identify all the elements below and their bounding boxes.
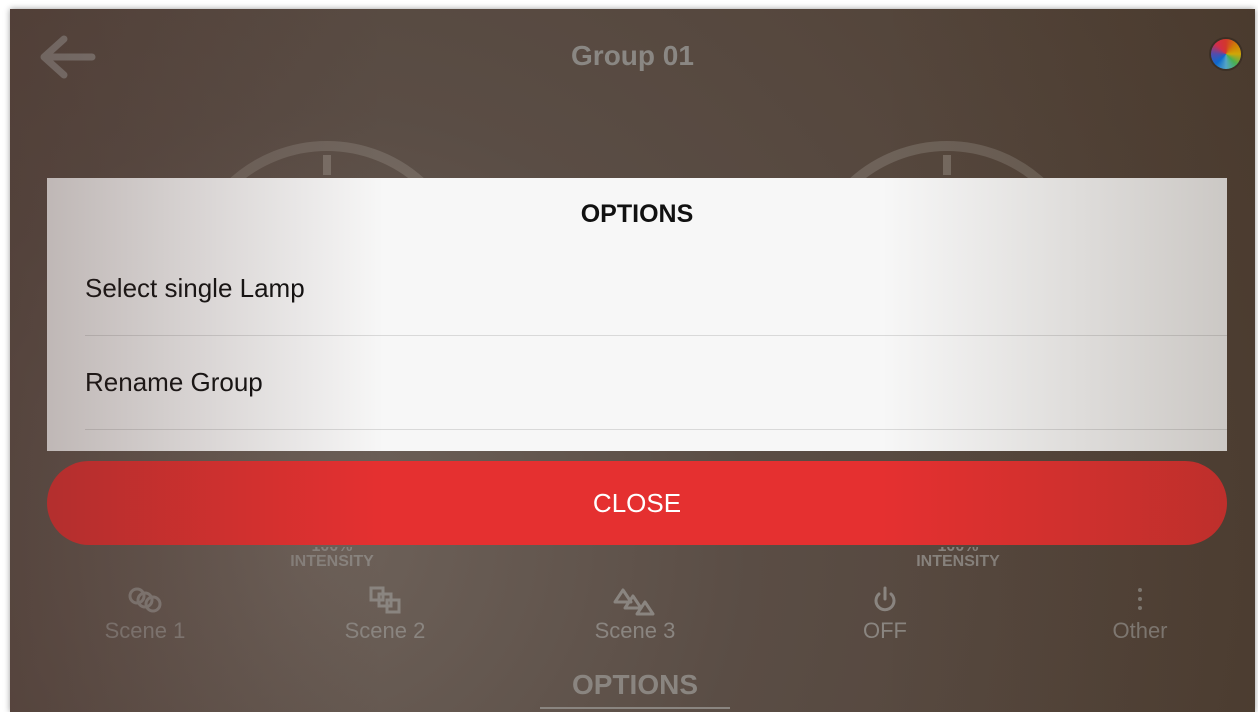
- power-icon: [810, 584, 960, 616]
- app-screen: Group 01 100% INTENSITY 100% INTENSITY S…: [10, 9, 1255, 712]
- rings-icon: [70, 584, 220, 616]
- option-rename-group[interactable]: Rename Group: [85, 337, 1227, 430]
- option-label: Select single Lamp: [85, 273, 305, 303]
- other-button[interactable]: Other: [1065, 584, 1215, 644]
- options-tab[interactable]: OPTIONS: [540, 669, 730, 709]
- squares-icon: [310, 584, 460, 616]
- close-button[interactable]: CLOSE: [47, 461, 1227, 545]
- intensity-label-right: INTENSITY: [916, 553, 1000, 570]
- scene-label: Scene 2: [344, 618, 426, 643]
- intensity-readout-right: 100% INTENSITY: [868, 547, 1048, 570]
- scene-label: Scene 3: [594, 618, 676, 643]
- intensity-label-left: INTENSITY: [290, 553, 374, 570]
- scene-2-button[interactable]: Scene 2: [310, 584, 460, 644]
- scene-1-button[interactable]: Scene 1: [70, 584, 220, 644]
- scene-3-button[interactable]: Scene 3: [560, 584, 710, 644]
- triangles-icon: [560, 584, 710, 616]
- option-select-single-lamp[interactable]: Select single Lamp: [85, 243, 1227, 336]
- dialog-title: OPTIONS: [580, 200, 694, 228]
- off-button[interactable]: OFF: [810, 584, 960, 644]
- scene-label: OFF: [863, 618, 907, 643]
- intensity-readout-left: 100% INTENSITY: [242, 547, 422, 570]
- color-wheel-icon[interactable]: [1211, 39, 1241, 69]
- scene-label: Other: [1112, 618, 1168, 643]
- top-bar: Group 01: [10, 9, 1255, 99]
- page-title: Group 01: [571, 40, 694, 71]
- scene-label: Scene 1: [104, 618, 186, 643]
- more-vertical-icon: [1065, 584, 1215, 616]
- option-label: Rename Group: [85, 367, 263, 397]
- options-dialog: OPTIONS Select single Lamp Rename Group: [47, 178, 1227, 451]
